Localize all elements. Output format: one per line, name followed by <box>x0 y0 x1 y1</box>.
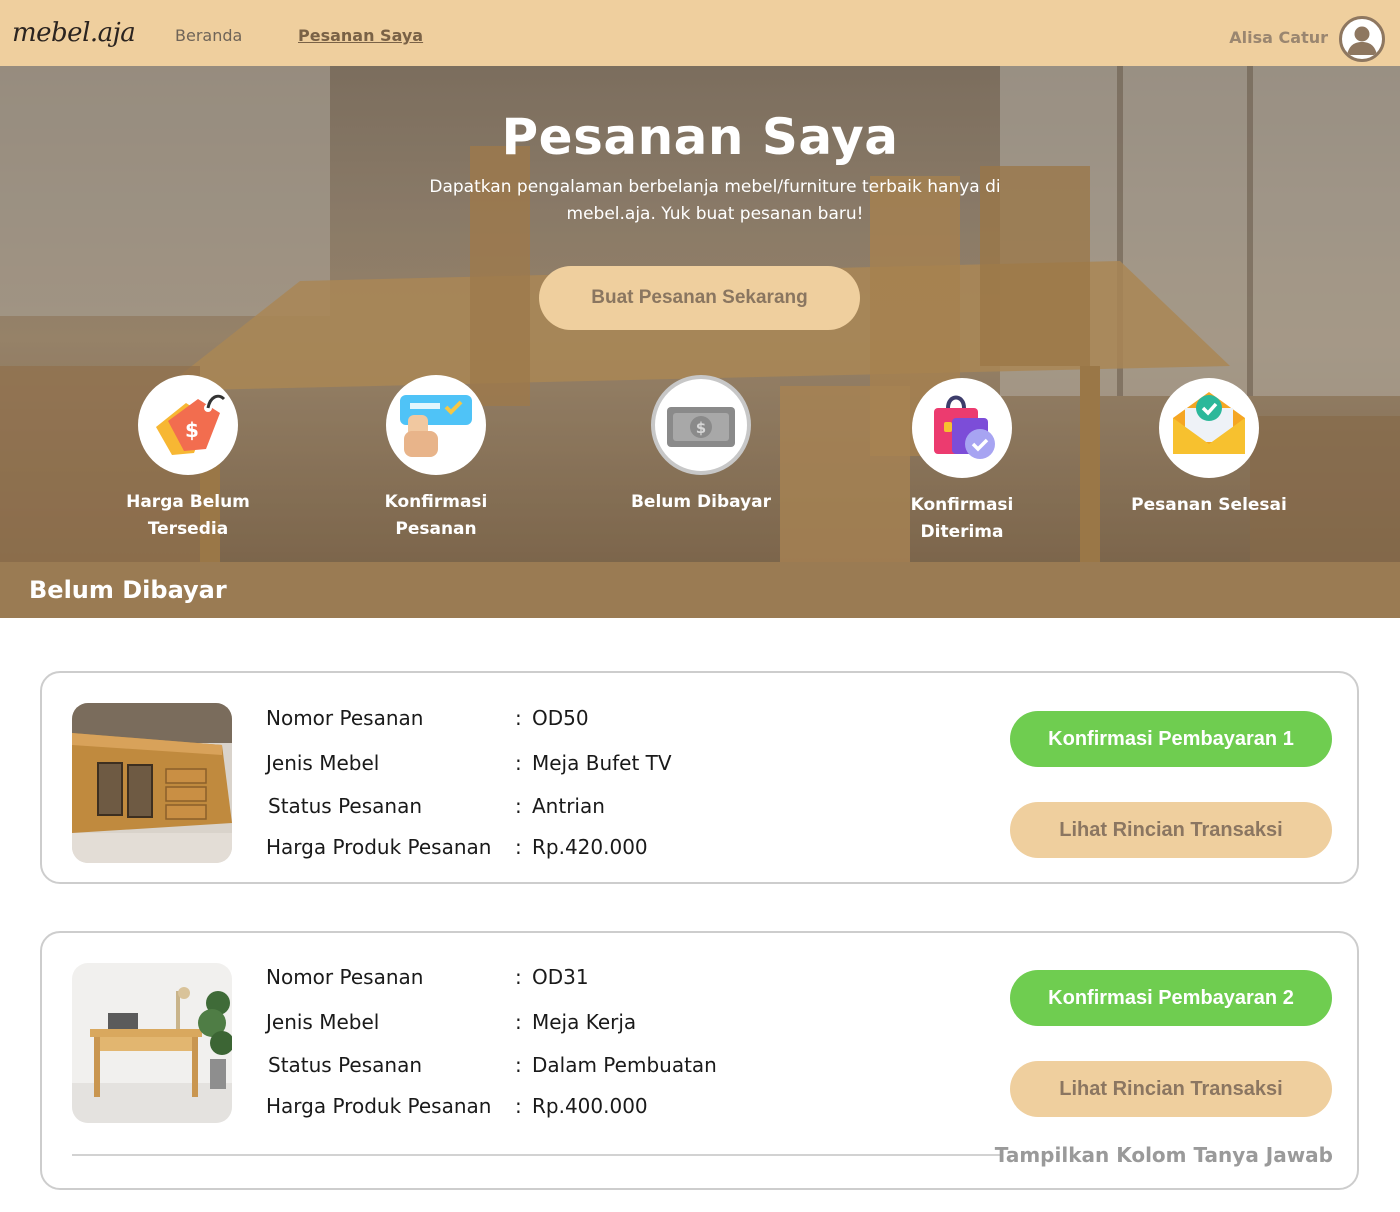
section-title: Belum Dibayar <box>29 576 227 604</box>
page-title: Pesanan Saya <box>501 108 899 166</box>
separator-colon: : <box>515 1010 522 1034</box>
order-number-value: OD50 <box>532 706 589 730</box>
order-number-label: Nomor Pesanan <box>266 965 424 989</box>
product-image <box>72 703 232 863</box>
show-qa-column-link[interactable]: Tampilkan Kolom Tanya Jawab <box>995 1143 1333 1167</box>
nav-link-pesanan-saya[interactable]: Pesanan Saya <box>298 26 423 45</box>
order-status-label: Status Pesanan <box>268 1053 423 1077</box>
section-header: Belum Dibayar <box>0 562 1400 618</box>
order-card: Nomor Pesanan : OD31 Jenis Mebel : Meja … <box>40 931 1359 1190</box>
confirm-payment-button[interactable]: Konfirmasi Pembayaran 2 <box>1010 970 1332 1026</box>
user-name[interactable]: Alisa Catur <box>1229 28 1328 47</box>
navbar: mebel.aja Beranda Pesanan Saya Alisa Cat… <box>0 0 1400 66</box>
step-label: Konfirmasi Diterima <box>910 495 1014 542</box>
view-transaction-details-button[interactable]: Lihat Rincian Transaksi <box>1010 802 1332 858</box>
separator-colon: : <box>515 965 522 989</box>
step-konfirmasi-pesanan[interactable]: Konfirmasi Pesanan <box>351 375 521 543</box>
separator-colon: : <box>515 794 522 818</box>
order-status-value: Antrian <box>532 794 605 818</box>
price-tag-icon: $ <box>138 375 238 475</box>
divider <box>72 1154 1000 1156</box>
order-status-label: Status Pesanan <box>268 794 423 818</box>
order-number-value: OD31 <box>532 965 589 989</box>
furniture-type-value: Meja Bufet TV <box>532 751 672 775</box>
separator-colon: : <box>515 1094 522 1118</box>
user-avatar-icon[interactable] <box>1339 16 1385 62</box>
cash-icon: $ <box>651 375 751 475</box>
separator-colon: : <box>515 706 522 730</box>
product-price-label: Harga Produk Pesanan <box>266 1094 492 1118</box>
step-pesanan-selesai[interactable]: Pesanan Selesai <box>1124 378 1294 519</box>
hero-subtitle: Dapatkan pengalaman berbelanja mebel/fur… <box>429 177 1001 224</box>
create-order-button[interactable]: Buat Pesanan Sekarang <box>539 266 860 330</box>
svg-text:$: $ <box>696 419 706 437</box>
shopping-bag-check-icon <box>912 378 1012 478</box>
confirm-payment-button[interactable]: Konfirmasi Pembayaran 1 <box>1010 711 1332 767</box>
order-status-value: Dalam Pembuatan <box>532 1053 717 1077</box>
hero-banner: Pesanan Saya Dapatkan pengalaman berbela… <box>0 66 1400 562</box>
view-transaction-details-button[interactable]: Lihat Rincian Transaksi <box>1010 1061 1332 1117</box>
step-konfirmasi-diterima[interactable]: Konfirmasi Diterima <box>877 378 1047 546</box>
step-label: Belum Dibayar <box>630 492 772 512</box>
product-price-value: Rp.420.000 <box>532 835 648 859</box>
separator-colon: : <box>515 835 522 859</box>
step-label: Harga Belum Tersedia <box>126 492 250 539</box>
step-harga-belum-tersedia[interactable]: $ Harga Belum Tersedia <box>103 375 273 543</box>
step-label: Konfirmasi Pesanan <box>384 492 488 539</box>
order-card: Nomor Pesanan : OD50 Jenis Mebel : Meja … <box>40 671 1359 884</box>
order-number-label: Nomor Pesanan <box>266 706 424 730</box>
nav-link-beranda[interactable]: Beranda <box>175 26 242 45</box>
furniture-type-value: Meja Kerja <box>532 1010 637 1034</box>
hand-card-icon <box>386 375 486 475</box>
step-label: Pesanan Selesai <box>1131 495 1287 515</box>
logo[interactable]: mebel.aja <box>12 18 136 48</box>
furniture-type-label: Jenis Mebel <box>266 751 380 775</box>
product-price-value: Rp.400.000 <box>532 1094 648 1118</box>
product-image <box>72 963 232 1123</box>
step-belum-dibayar[interactable]: $ Belum Dibayar <box>616 375 786 516</box>
svg-text:$: $ <box>185 418 199 442</box>
furniture-type-label: Jenis Mebel <box>266 1010 380 1034</box>
separator-colon: : <box>515 1053 522 1077</box>
product-price-label: Harga Produk Pesanan <box>266 835 492 859</box>
envelope-check-icon <box>1159 378 1259 478</box>
separator-colon: : <box>515 751 522 775</box>
